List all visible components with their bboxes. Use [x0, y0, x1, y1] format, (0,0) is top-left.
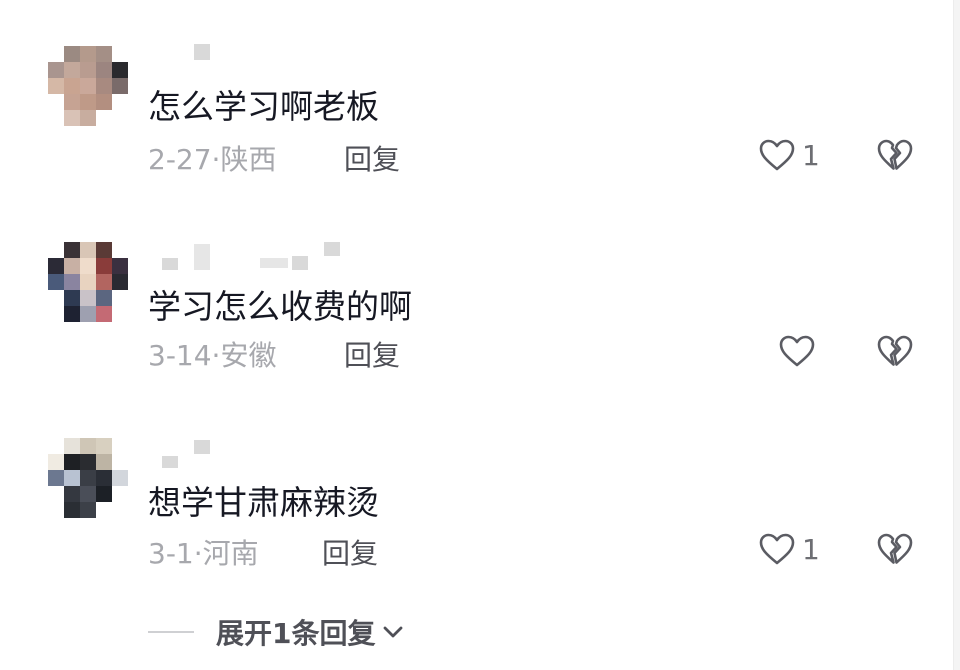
like-button[interactable]: 1: [758, 138, 820, 172]
comment-text: 学习怎么收费的啊: [148, 287, 412, 326]
username-mosaic[interactable]: [148, 44, 228, 74]
heart-outline-icon: [759, 533, 795, 565]
comment-location: 陕西: [220, 143, 277, 176]
comment-text: 想学甘肃麻辣烫: [148, 483, 379, 522]
comment-meta: 2-27·陕西: [148, 138, 276, 178]
like-button[interactable]: [778, 334, 822, 368]
username-mosaic[interactable]: [148, 240, 348, 270]
username-mosaic[interactable]: [148, 438, 228, 468]
expand-divider-line: [148, 631, 194, 633]
comment-location: 河南: [202, 537, 259, 570]
like-button[interactable]: 1: [758, 532, 820, 566]
like-count: 1: [802, 138, 820, 172]
comment-item: 想学甘肃麻辣烫 3-1·河南 回复 1: [0, 400, 950, 600]
dislike-button[interactable]: [876, 334, 914, 372]
heart-outline-icon: [779, 335, 815, 367]
expand-replies-button[interactable]: 展开1条回复: [148, 612, 405, 652]
broken-heart-icon: [877, 335, 913, 366]
scrollbar-track: [953, 0, 960, 670]
dislike-button[interactable]: [876, 138, 914, 176]
meta-separator: ·: [193, 537, 203, 570]
broken-heart-icon: [877, 533, 913, 564]
reply-button[interactable]: 回复: [344, 138, 400, 178]
comment-location: 安徽: [220, 339, 277, 372]
dislike-button[interactable]: [876, 532, 914, 570]
comment-item: 怎么学习啊老板 2-27·陕西 回复 1: [0, 0, 950, 200]
comment-text: 怎么学习啊老板: [148, 87, 379, 126]
comment-date: 3-14: [148, 339, 212, 372]
avatar[interactable]: [48, 46, 128, 126]
broken-heart-icon: [877, 139, 913, 170]
avatar[interactable]: [48, 242, 128, 322]
comment-meta: 3-14·安徽: [148, 334, 276, 374]
comment-date: 3-1: [148, 537, 194, 570]
comment-item: 学习怎么收费的啊 3-14·安徽 回复: [0, 200, 950, 400]
comment-date: 2-27: [148, 143, 212, 176]
expand-replies-label: 展开1条回复: [216, 617, 376, 650]
comment-meta: 3-1·河南: [148, 532, 259, 572]
reply-button[interactable]: 回复: [344, 334, 400, 374]
heart-outline-icon: [759, 139, 795, 171]
avatar[interactable]: [48, 438, 128, 518]
like-count: 1: [802, 532, 820, 566]
reply-button[interactable]: 回复: [322, 532, 378, 572]
chevron-down-icon: [384, 626, 403, 638]
